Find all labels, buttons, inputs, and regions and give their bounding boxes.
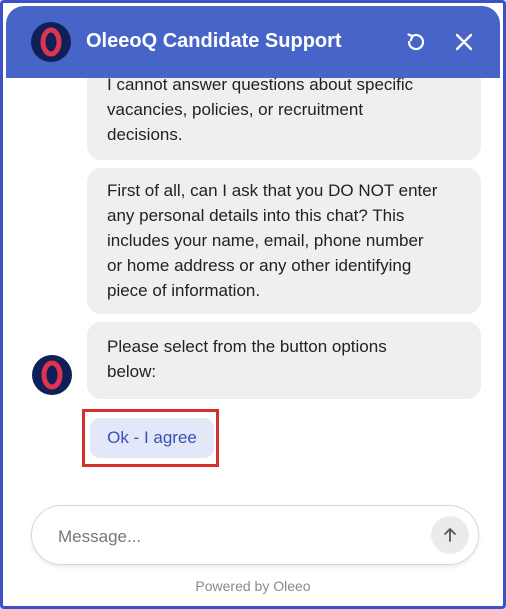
message-line: decisions. [107, 125, 183, 144]
agree-button[interactable]: Ok - I agree [90, 418, 214, 458]
bot-message: I cannot answer questions about specific… [87, 78, 481, 160]
close-button[interactable] [450, 28, 478, 56]
powered-by-text: Powered by Oleeo [195, 578, 311, 594]
message-line: vacancies, policies, or recruitment [107, 100, 364, 119]
message-line: First of all, can I ask that you DO NOT … [107, 181, 438, 200]
refresh-icon [407, 33, 425, 51]
bot-avatar-icon [32, 355, 72, 395]
message-line: Please select from the button options [107, 337, 387, 356]
bot-message: First of all, can I ask that you DO NOT … [87, 168, 481, 314]
message-input[interactable] [56, 522, 420, 552]
message-line: I cannot answer questions about specific [107, 78, 414, 94]
message-line: includes your name, email, phone number [107, 231, 424, 250]
close-icon [455, 33, 473, 51]
message-list[interactable]: I cannot answer questions about specific… [6, 78, 500, 493]
oleeo-logo-icon [31, 22, 71, 62]
refresh-button[interactable] [402, 28, 430, 56]
chat-title: OleeoQ Candidate Support [86, 30, 342, 52]
chat-widget: OleeoQ Candidate Support I cannot answer… [0, 0, 506, 609]
message-line: or home address or any other identifying [107, 256, 412, 275]
message-line: piece of information. [107, 281, 261, 300]
bot-message: Please select from the button options be… [87, 322, 481, 399]
message-line: any personal details into this chat? Thi… [107, 206, 405, 225]
arrow-up-icon [444, 528, 456, 542]
message-composer [31, 505, 479, 565]
message-line: below: [107, 362, 157, 381]
send-button[interactable] [431, 516, 469, 554]
chat-header: OleeoQ Candidate Support [6, 6, 500, 78]
